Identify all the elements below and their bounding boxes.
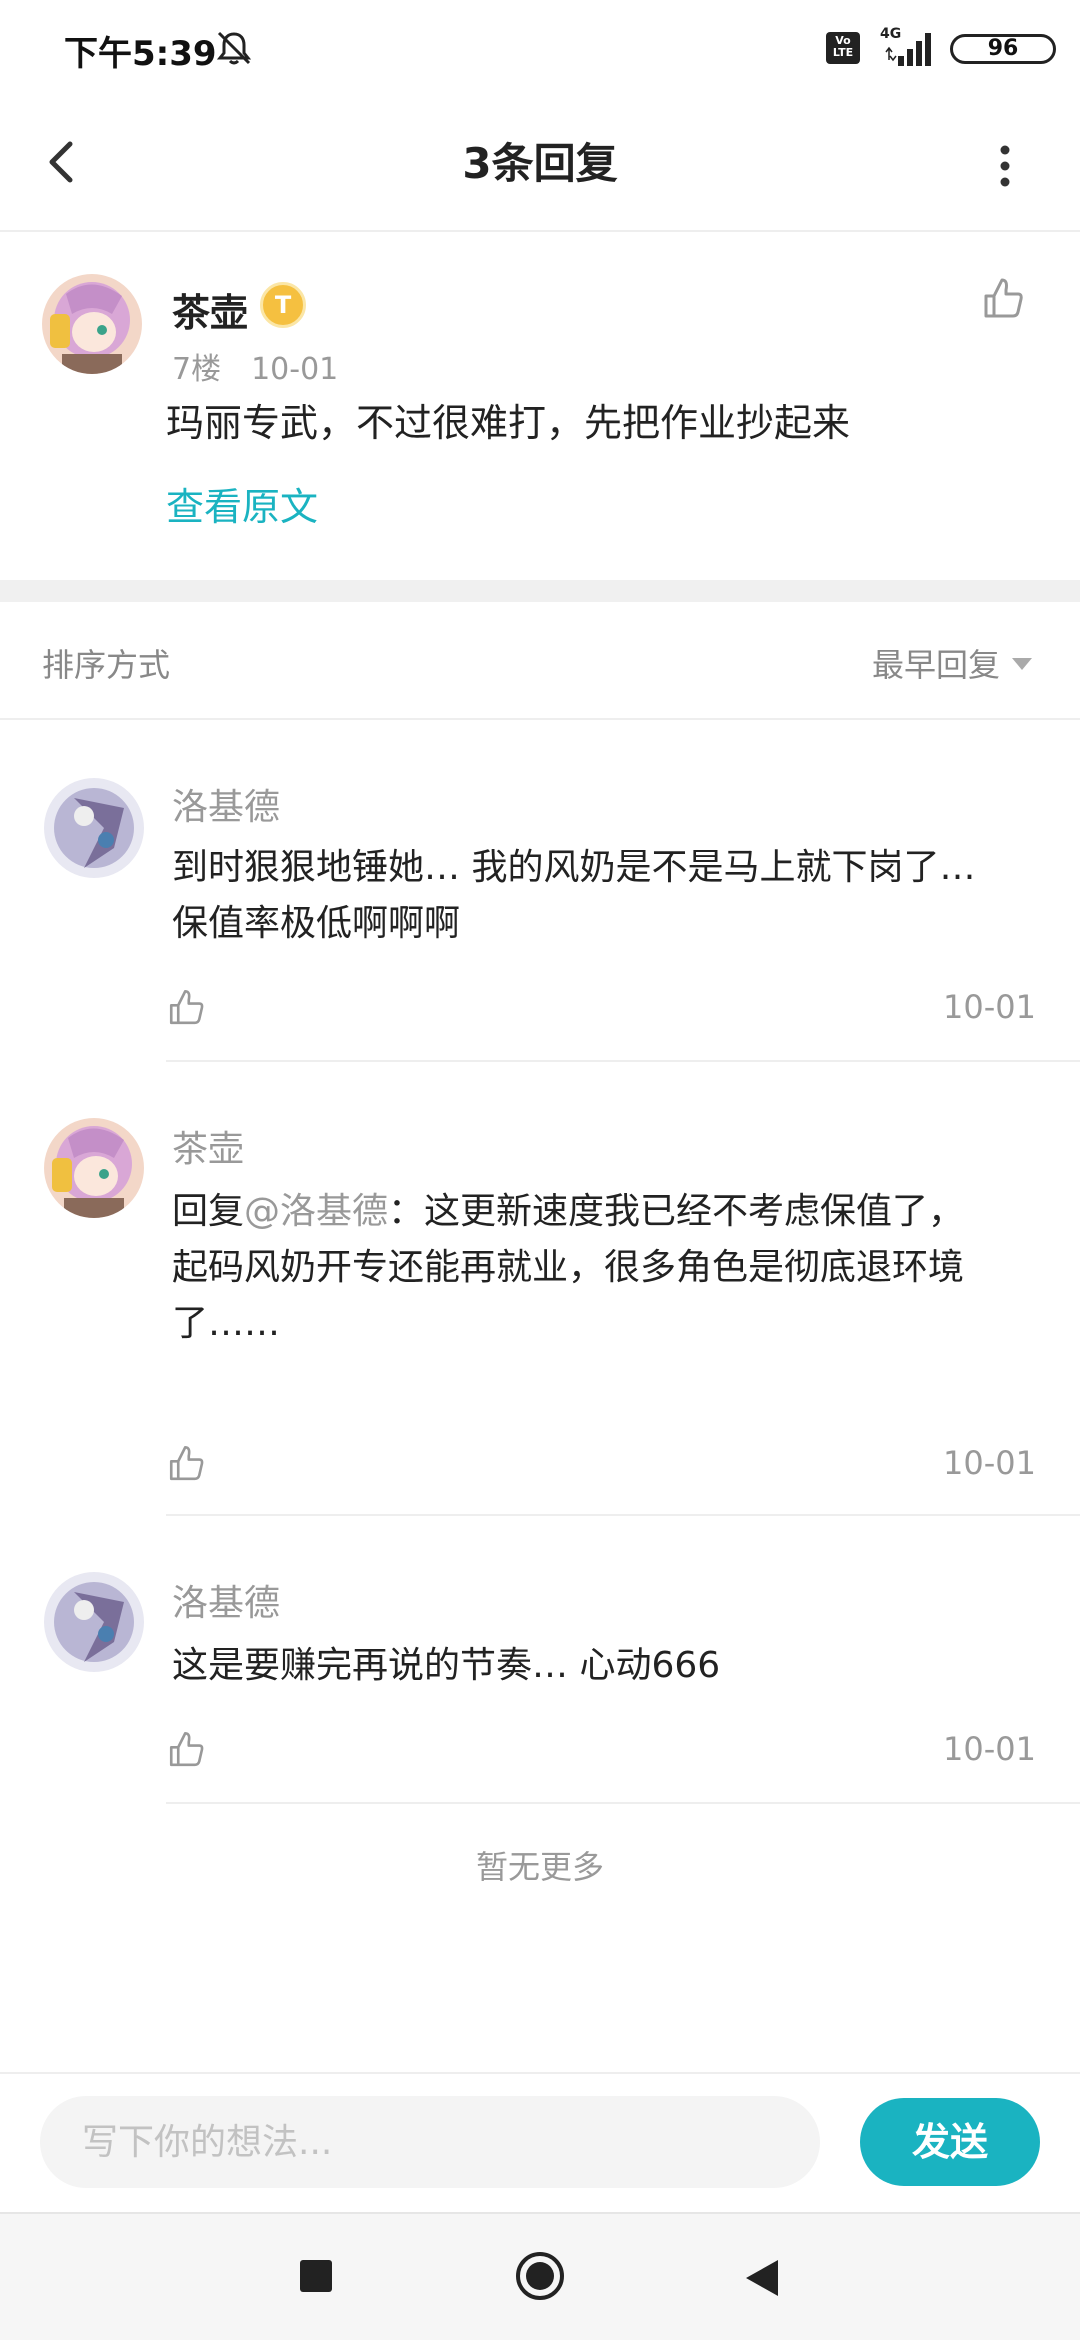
section-divider [0,580,1080,602]
caret-down-icon[interactable] [1010,656,1034,672]
header: 3条回复 [0,100,1080,232]
signal-icon [885,33,931,66]
sort-dropdown[interactable]: 最早回复 [872,640,1000,686]
reply-date: 10-01 [943,988,1036,1026]
avatar-luojide-icon [44,778,144,878]
status-bar: 下午5:39 Vo LTE 4G 96 [0,0,1080,100]
reply-line: 保值率极低啊啊啊 [172,903,461,944]
floor-number: 7楼 [172,352,222,387]
original-post: 茶壶 T 7楼 10-01 玛丽专武，不过很难打，先把作业抄起来 查看原文 [0,232,1080,580]
post-meta: 7楼 10-01 [172,344,338,388]
reply-line: 到时狠狠地锤她… 我的风奶是不是马上就下岗了… [172,847,976,888]
reply-item: 茶壶 回复@洛基德：这更新速度我已经不考虑保值了， 起码风奶开专还能再就业，很多… [0,1062,1080,1516]
reply-prefix: 回复 [172,1191,245,1232]
reply-line: 了…… [172,1303,281,1344]
avatar[interactable] [44,1118,144,1218]
thumbs-up-icon[interactable] [980,274,1028,322]
battery-icon: 96 [950,34,1056,64]
reply-item: 洛基德 这是要赚完再说的节奏… 心动666 10-01 [0,1516,1080,1804]
sort-label: 排序方式 [42,646,171,684]
reply-line-rest: ：这更新速度我已经不考虑保值了， [388,1191,965,1232]
level-badge: T [260,282,306,328]
recents-icon[interactable] [300,2260,332,2292]
sort-row: 排序方式 最早回复 [0,602,1080,720]
reply-date: 10-01 [943,1444,1036,1482]
system-nav-bar [0,2212,1080,2340]
page-title: 3条回复 [462,139,618,188]
post-text: 玛丽专武，不过很难打，先把作业抄起来 [166,401,851,445]
post-date: 10-01 [251,352,339,387]
back-triangle-icon[interactable] [744,2258,780,2298]
avatar-luojide-icon [44,1572,144,1672]
reply-line: 回复@洛基德：这更新速度我已经不考虑保值了， [172,1184,1042,1240]
reply-text: 这是要赚完再说的节奏… 心动666 [172,1638,1042,1694]
reply-date: 10-01 [943,1730,1036,1768]
home-icon[interactable] [514,2250,566,2302]
author-name[interactable]: 茶壶 [172,282,248,337]
thumbs-up-icon[interactable] [166,986,208,1028]
bell-muted-icon [216,31,252,65]
reply-line: 起码风奶开专还能再就业，很多角色是彻底退环境 [172,1247,965,1288]
avatar[interactable] [44,1572,144,1672]
reply-text: 到时狠狠地锤她… 我的风奶是不是马上就下岗了… 保值率极低啊啊啊 [172,840,1042,952]
reply-author[interactable]: 洛基德 [172,1574,280,1626]
reply-item: 洛基德 到时狠狠地锤她… 我的风奶是不是马上就下岗了… 保值率极低啊啊啊 10-… [0,722,1080,1062]
status-time: 下午5:39 [64,34,217,74]
reply-divider [166,1802,1080,1804]
comment-bar: 发送 [0,2072,1080,2212]
send-button[interactable]: 发送 [860,2098,1040,2186]
reply-author[interactable]: 茶壶 [172,1120,244,1172]
avatar[interactable] [44,778,144,878]
avatar[interactable] [42,274,142,374]
view-original-link[interactable]: 查看原文 [166,476,318,531]
avatar-chahu-icon [44,1118,144,1218]
thumbs-up-icon[interactable] [166,1728,208,1770]
avatar-chahu-icon [42,274,142,374]
volte-icon: Vo LTE [826,32,860,64]
thumbs-up-icon[interactable] [166,1442,208,1484]
more-vertical-icon[interactable] [990,136,1020,196]
reply-author[interactable]: 洛基德 [172,778,280,830]
comment-input[interactable] [40,2096,820,2188]
no-more-label: 暂无更多 [475,1848,604,1886]
mention-link[interactable]: @洛基德 [244,1191,388,1232]
reply-text: 回复@洛基德：这更新速度我已经不考虑保值了， 起码风奶开专还能再就业，很多角色是… [172,1184,1042,1352]
reply-line: 这是要赚完再说的节奏… 心动666 [172,1645,721,1686]
